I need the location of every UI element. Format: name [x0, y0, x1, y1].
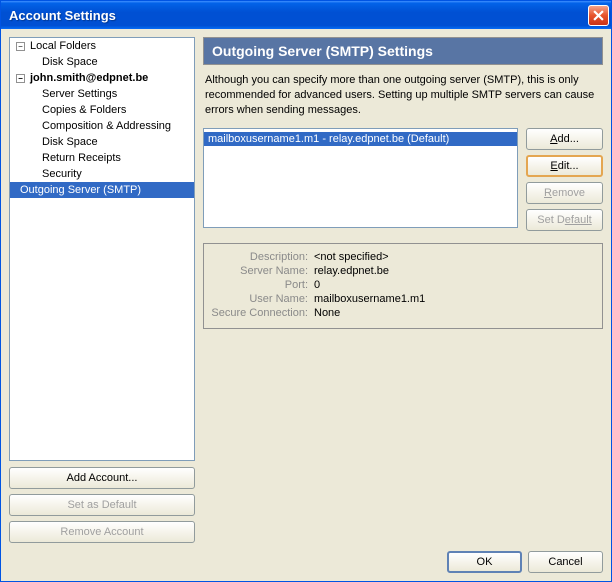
ok-button[interactable]: OK: [447, 551, 522, 573]
add-smtp-button[interactable]: Add...: [526, 128, 603, 150]
tree-item-account[interactable]: − john.smith@edpnet.be: [10, 70, 194, 86]
tree-label: Outgoing Server (SMTP): [20, 184, 141, 196]
detail-row-secure-connection: Secure Connection: None: [210, 306, 596, 320]
right-panel: Outgoing Server (SMTP) Settings Although…: [203, 37, 603, 543]
footer-buttons: OK Cancel: [9, 543, 603, 573]
detail-label: Secure Connection:: [210, 307, 314, 319]
hotkey: R: [544, 187, 552, 199]
remove-account-button: Remove Account: [9, 521, 195, 543]
detail-label: Description:: [210, 251, 314, 263]
tree-label: Security: [42, 168, 82, 180]
detail-value: None: [314, 307, 340, 319]
tree-expander-icon[interactable]: −: [16, 74, 25, 83]
close-button[interactable]: [588, 5, 609, 26]
tree-label: Local Folders: [30, 40, 96, 52]
tree-item-disk-space-account[interactable]: Disk Space: [10, 134, 194, 150]
tree-item-composition[interactable]: Composition & Addressing: [10, 118, 194, 134]
detail-value: mailboxusername1.m1: [314, 293, 425, 305]
account-tree[interactable]: − Local Folders Disk Space − john.smith@…: [9, 37, 195, 461]
hotkey: E: [550, 160, 557, 172]
detail-row-port: Port: 0: [210, 278, 596, 292]
detail-label: User Name:: [210, 293, 314, 305]
tree-label: Disk Space: [42, 56, 98, 68]
tree-label: Return Receipts: [42, 152, 121, 164]
tree-item-server-settings[interactable]: Server Settings: [10, 86, 194, 102]
tree-item-return-receipts[interactable]: Return Receipts: [10, 150, 194, 166]
tree-item-local-folders[interactable]: − Local Folders: [10, 38, 194, 54]
intro-text: Although you can specify more than one o…: [203, 65, 603, 128]
remove-smtp-button: Remove: [526, 182, 603, 204]
section-heading: Outgoing Server (SMTP) Settings: [203, 37, 603, 65]
detail-label: Server Name:: [210, 265, 314, 277]
tree-item-disk-space-local[interactable]: Disk Space: [10, 54, 194, 70]
tree-label: Server Settings: [42, 88, 117, 100]
titlebar[interactable]: Account Settings: [1, 1, 611, 29]
edit-smtp-button[interactable]: Edit...: [526, 155, 603, 177]
detail-value: 0: [314, 279, 320, 291]
detail-value: <not specified>: [314, 251, 389, 263]
detail-row-user-name: User Name: mailboxusername1.m1: [210, 292, 596, 306]
smtp-server-list[interactable]: mailboxusername1.m1 - relay.edpnet.be (D…: [203, 128, 518, 228]
hotkey: efault: [565, 214, 592, 226]
set-as-default-button: Set as Default: [9, 494, 195, 516]
tree-label: john.smith@edpnet.be: [30, 72, 148, 84]
smtp-details-box: Description: <not specified> Server Name…: [203, 243, 603, 329]
left-button-group: Add Account... Set as Default Remove Acc…: [9, 467, 195, 543]
tree-item-outgoing-server[interactable]: Outgoing Server (SMTP): [10, 182, 194, 198]
smtp-button-group: Add... Edit... Remove Set Default: [526, 128, 603, 231]
add-account-button[interactable]: Add Account...: [9, 467, 195, 489]
detail-label: Port:: [210, 279, 314, 291]
account-settings-window: Account Settings − Local Folders Disk Sp…: [0, 0, 612, 582]
detail-row-description: Description: <not specified>: [210, 250, 596, 264]
window-title: Account Settings: [9, 8, 588, 23]
detail-row-server-name: Server Name: relay.edpnet.be: [210, 264, 596, 278]
left-panel: − Local Folders Disk Space − john.smith@…: [9, 37, 195, 543]
main-row: − Local Folders Disk Space − john.smith@…: [9, 37, 603, 543]
cancel-button[interactable]: Cancel: [528, 551, 603, 573]
server-row: mailboxusername1.m1 - relay.edpnet.be (D…: [203, 128, 603, 231]
detail-value: relay.edpnet.be: [314, 265, 389, 277]
tree-label: Copies & Folders: [42, 104, 126, 116]
tree-label: Composition & Addressing: [42, 120, 171, 132]
close-icon: [593, 10, 604, 21]
tree-label: Disk Space: [42, 136, 98, 148]
set-default-smtp-button: Set Default: [526, 209, 603, 231]
tree-item-copies-folders[interactable]: Copies & Folders: [10, 102, 194, 118]
tree-expander-icon[interactable]: −: [16, 42, 25, 51]
tree-item-security[interactable]: Security: [10, 166, 194, 182]
smtp-server-list-item[interactable]: mailboxusername1.m1 - relay.edpnet.be (D…: [204, 132, 517, 146]
client-area: − Local Folders Disk Space − john.smith@…: [1, 29, 611, 581]
